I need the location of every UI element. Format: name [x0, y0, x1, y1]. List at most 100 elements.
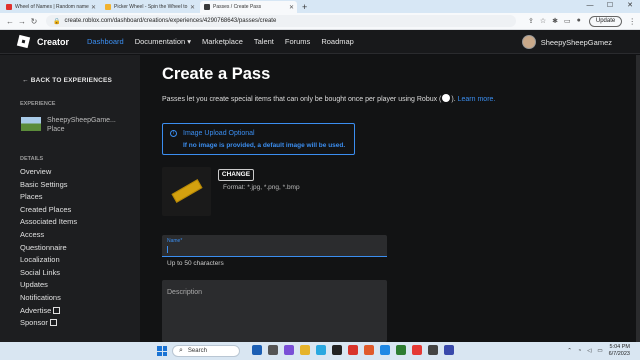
browser-tab-create-pass[interactable]: Passes / Create Pass ✕ [200, 1, 297, 13]
sidebar-item-basic-settings[interactable]: Basic Settings [20, 179, 77, 192]
advertise-label: Advertise [20, 305, 52, 315]
chevron-up-icon[interactable]: ⌃ [567, 348, 572, 354]
search-icon: ⌕ [179, 347, 183, 354]
sidebar-item-overview[interactable]: Overview [20, 166, 77, 179]
sidebar-item-notifications[interactable]: Notifications [20, 292, 77, 305]
nav-marketplace[interactable]: Marketplace [202, 37, 243, 46]
taskbar-search[interactable]: ⌕ Search [172, 345, 240, 357]
arrow-left-icon: ← [22, 77, 31, 84]
experience-heading: EXPERIENCE [20, 101, 56, 107]
sidebar-item-access[interactable]: Access [20, 229, 77, 242]
app-icon[interactable] [444, 345, 454, 355]
description-end: ). [451, 96, 456, 103]
text-caret [167, 246, 168, 253]
external-link-icon [49, 319, 57, 327]
sidebar-icon[interactable]: ▭ [564, 17, 571, 25]
format-hint: Format: *.jpg, *.png, *.bmp [223, 184, 300, 191]
sidebar-item-advertise[interactable]: Advertise [20, 305, 77, 318]
edge-icon[interactable] [316, 345, 326, 355]
sidebar-item-updates[interactable]: Updates [20, 279, 77, 292]
sidebar-item-questionnaire[interactable]: Questionnaire [20, 242, 77, 255]
app-icon[interactable] [380, 345, 390, 355]
volume-icon[interactable]: ◁ [587, 348, 591, 354]
description-input[interactable]: Description [162, 280, 387, 342]
experience-thumbnail [21, 117, 41, 131]
learn-more-link[interactable]: Learn more. [458, 96, 496, 103]
app-icon[interactable] [396, 345, 406, 355]
maximize-icon[interactable]: ☐ [600, 0, 620, 12]
sidebar-item-sponsor[interactable]: Sponsor [20, 317, 77, 330]
battery-icon[interactable]: ▭ [597, 348, 602, 354]
close-icon[interactable]: ✕ [190, 4, 195, 11]
pass-image-preview [162, 167, 211, 216]
reload-icon[interactable]: ↻ [28, 17, 40, 26]
lock-icon: 🔒 [53, 18, 61, 25]
name-input[interactable]: Name* [162, 235, 387, 257]
chrome-icon[interactable] [412, 345, 422, 355]
nav-roadmap[interactable]: Roadmap [321, 37, 354, 46]
task-view-icon[interactable] [268, 345, 278, 355]
close-icon[interactable]: ✕ [91, 4, 96, 11]
roblox-logo-icon[interactable] [16, 34, 31, 49]
star-icon[interactable]: ☆ [540, 17, 546, 25]
window-controls: — ☐ ✕ [580, 0, 640, 12]
clock-time: 5:04 PM [609, 344, 630, 350]
change-image-button[interactable]: CHANGE [218, 169, 254, 181]
description-text: Passes let you create special items that… [162, 96, 442, 103]
browser-tab-picker-wheel[interactable]: Picker Wheel - Spin the Wheel to ✕ [101, 1, 198, 13]
wifi-icon[interactable]: ◔ [578, 348, 581, 354]
sidebar-item-localization[interactable]: Localization [20, 254, 77, 267]
share-icon[interactable]: ⇪ [528, 17, 534, 25]
sidebar-item-places[interactable]: Places [20, 191, 77, 204]
sidebar: ← BACK TO EXPERIENCES EXPERIENCE SheepyS… [0, 55, 140, 342]
info-body: If no image is provided, a default image… [183, 142, 346, 149]
back-to-experiences-link[interactable]: ← BACK TO EXPERIENCES [22, 77, 112, 84]
app-icon[interactable] [364, 345, 374, 355]
ticket-icon [171, 179, 203, 203]
menu-dots-icon[interactable]: ⋮ [626, 17, 638, 26]
teams-icon[interactable] [284, 345, 294, 355]
sidebar-item-created-places[interactable]: Created Places [20, 204, 77, 217]
info-title: Image Upload Optional [183, 130, 255, 137]
app-icon[interactable] [252, 345, 262, 355]
browser-tab-wheel-of-names[interactable]: Wheel of Names | Random name ✕ [2, 1, 99, 13]
app-icon[interactable] [428, 345, 438, 355]
forward-arrow-icon[interactable]: → [16, 17, 28, 26]
new-tab-icon[interactable]: + [302, 1, 307, 13]
clock[interactable]: 5:04 PM 6/7/2023 [609, 344, 630, 358]
url-field[interactable]: 🔒 create.roblox.com/dashboard/creations/… [46, 15, 516, 27]
brand-name[interactable]: Creator [37, 37, 69, 47]
extensions-icon[interactable]: ✱ [552, 17, 558, 25]
experience-selector[interactable]: SheepySheepGame... Place [47, 116, 116, 134]
nav-documentation[interactable]: Documentation ▾ [135, 37, 191, 46]
update-button[interactable]: Update [588, 15, 623, 27]
sidebar-item-social-links[interactable]: Social Links [20, 267, 77, 280]
app-icon[interactable] [332, 345, 342, 355]
name-label: Name* [167, 238, 183, 244]
close-icon[interactable]: ✕ [289, 4, 294, 11]
browser-tab-strip: Wheel of Names | Random name ✕ Picker Wh… [0, 0, 640, 13]
profile-icon[interactable]: ● [577, 17, 581, 25]
close-window-icon[interactable]: ✕ [620, 0, 640, 12]
robux-icon [442, 94, 451, 102]
back-arrow-icon[interactable]: ← [4, 17, 16, 26]
nav-talent[interactable]: Talent [254, 37, 274, 46]
sidebar-item-associated-items[interactable]: Associated Items [20, 216, 77, 229]
page-scrollbar[interactable] [636, 55, 640, 342]
windows-start-icon[interactable] [157, 346, 167, 356]
app-icon[interactable] [348, 345, 358, 355]
sidebar-menu: Overview Basic Settings Places Created P… [20, 166, 77, 330]
url-text: create.roblox.com/dashboard/creations/ex… [64, 18, 277, 24]
file-explorer-icon[interactable] [300, 345, 310, 355]
page-title: Create a Pass [162, 65, 271, 83]
tab-title: Passes / Create Pass [213, 4, 262, 10]
experience-name: SheepySheepGame... [47, 117, 116, 124]
experience-type: Place [47, 126, 65, 133]
extension-icons: ⇪ ☆ ✱ ▭ ● [528, 17, 581, 25]
nav-dashboard[interactable]: Dashboard [87, 37, 124, 46]
user-menu[interactable]: SheepySheepGamez [521, 35, 612, 49]
description-placeholder: Description [167, 289, 203, 296]
windows-taskbar: ⌕ Search ⌃ ◔ ◁ ▭ 5:04 PM 6/7/2023 [0, 342, 640, 360]
nav-forums[interactable]: Forums [285, 37, 310, 46]
minimize-icon[interactable]: — [580, 0, 600, 12]
